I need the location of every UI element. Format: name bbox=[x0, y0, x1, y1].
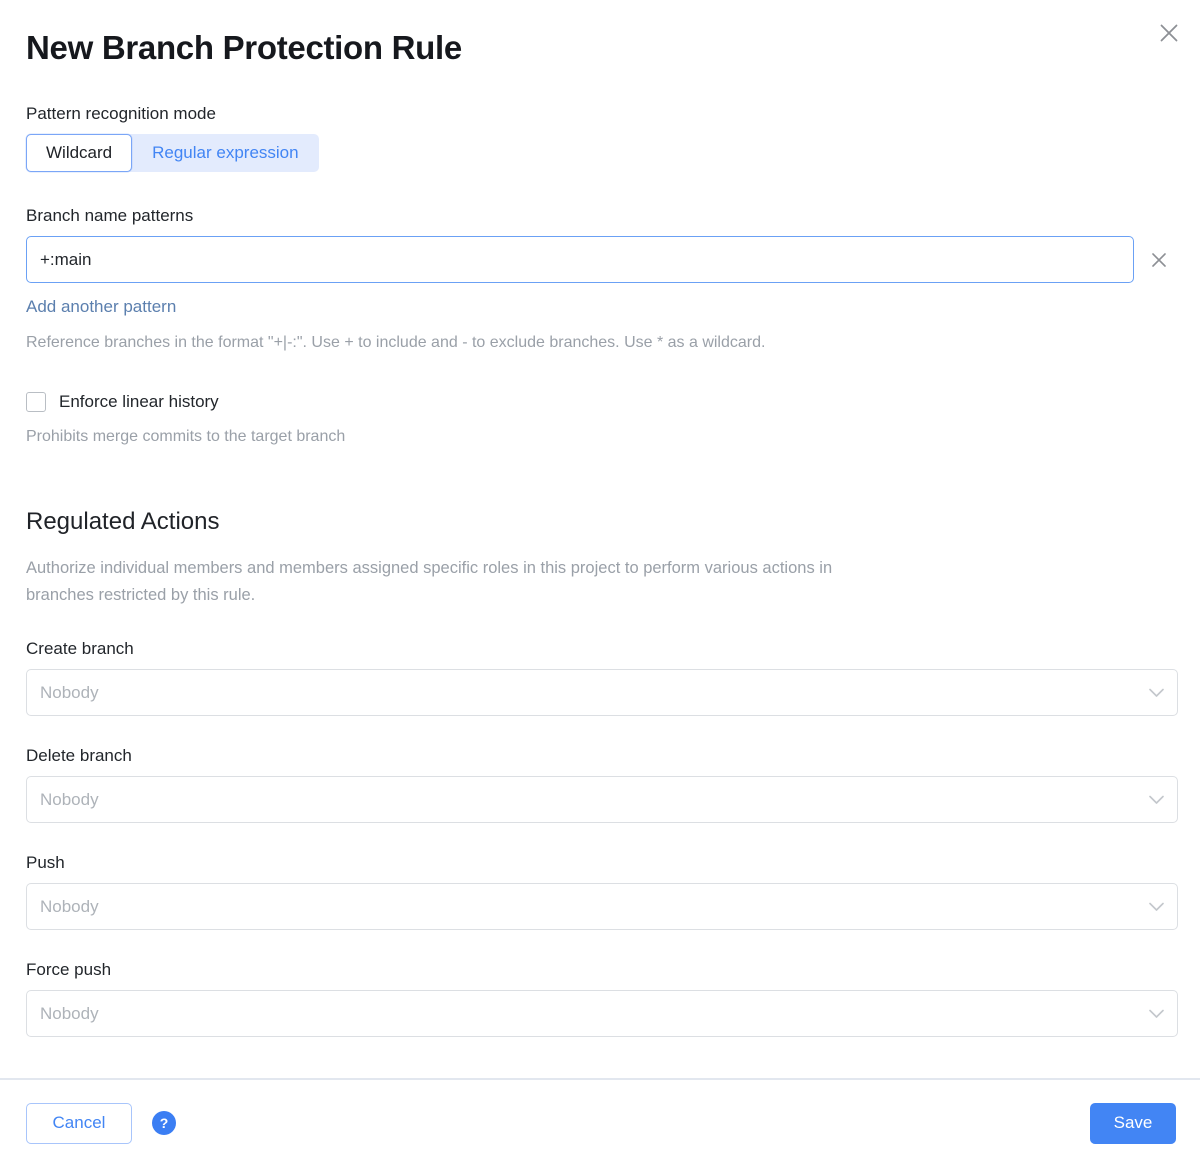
chevron-down-icon bbox=[1149, 902, 1164, 911]
enforce-linear-history-hint: Prohibits merge commits to the target br… bbox=[26, 428, 1176, 446]
force-push-select[interactable]: Nobody bbox=[26, 990, 1178, 1037]
help-icon[interactable]: ? bbox=[152, 1111, 176, 1135]
regulated-actions-title: Regulated Actions bbox=[26, 507, 1176, 537]
enforce-linear-history-row[interactable]: Enforce linear history bbox=[26, 392, 1176, 412]
clear-pattern-icon[interactable] bbox=[1142, 243, 1176, 277]
page-title: New Branch Protection Rule bbox=[26, 26, 1176, 70]
enforce-linear-history-checkbox[interactable] bbox=[26, 392, 46, 412]
dialog-footer: Cancel ? Save bbox=[0, 1078, 1200, 1166]
push-select[interactable]: Nobody bbox=[26, 883, 1178, 930]
dialog-body: New Branch Protection Rule Pattern recog… bbox=[0, 0, 1200, 1078]
branch-pattern-row bbox=[26, 236, 1176, 283]
force-push-label: Force push bbox=[26, 959, 1176, 981]
branch-pattern-hint: Reference branches in the format "+|-:".… bbox=[26, 332, 1176, 354]
chevron-down-icon bbox=[1149, 795, 1164, 804]
chevron-down-icon bbox=[1149, 688, 1164, 697]
clear-pattern-icon-glyph bbox=[1150, 251, 1168, 269]
delete-branch-select[interactable]: Nobody bbox=[26, 776, 1178, 823]
delete-branch-value: Nobody bbox=[40, 790, 99, 810]
push-label: Push bbox=[26, 852, 1176, 874]
chevron-down-icon-glyph bbox=[1149, 902, 1164, 911]
segment-regular-expression-label: Regular expression bbox=[152, 143, 298, 163]
segment-wildcard-label: Wildcard bbox=[46, 143, 112, 163]
create-branch-label: Create branch bbox=[26, 638, 1176, 660]
chevron-down-icon-glyph bbox=[1149, 1009, 1164, 1018]
regulated-actions-description: Authorize individual members and members… bbox=[26, 555, 886, 609]
chevron-down-icon-glyph bbox=[1149, 688, 1164, 697]
branch-name-patterns-label: Branch name patterns bbox=[26, 205, 1176, 227]
push-value: Nobody bbox=[40, 897, 99, 917]
enforce-linear-history-label: Enforce linear history bbox=[59, 392, 219, 412]
force-push-value: Nobody bbox=[40, 1004, 99, 1024]
cancel-button[interactable]: Cancel bbox=[26, 1103, 132, 1144]
delete-branch-label: Delete branch bbox=[26, 745, 1176, 767]
chevron-down-icon bbox=[1149, 1009, 1164, 1018]
segment-wildcard[interactable]: Wildcard bbox=[26, 134, 132, 172]
segment-regular-expression[interactable]: Regular expression bbox=[132, 134, 318, 172]
save-button[interactable]: Save bbox=[1090, 1103, 1176, 1144]
branch-pattern-input[interactable] bbox=[26, 236, 1134, 283]
chevron-down-icon-glyph bbox=[1149, 795, 1164, 804]
add-another-pattern-link[interactable]: Add another pattern bbox=[26, 297, 176, 317]
new-branch-protection-rule-dialog: New Branch Protection Rule Pattern recog… bbox=[0, 0, 1200, 1166]
pattern-mode-segmented-control: Wildcard Regular expression bbox=[26, 134, 319, 172]
create-branch-select[interactable]: Nobody bbox=[26, 669, 1178, 716]
pattern-mode-label: Pattern recognition mode bbox=[26, 103, 1176, 125]
create-branch-value: Nobody bbox=[40, 683, 99, 703]
